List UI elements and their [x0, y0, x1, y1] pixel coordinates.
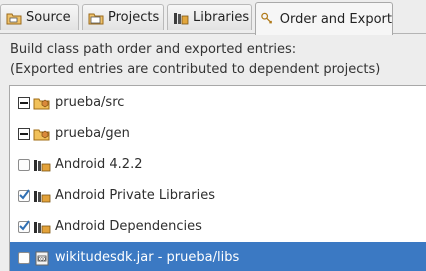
source-folder-icon: [6, 13, 22, 24]
tab-libraries-label: Libraries: [193, 10, 250, 25]
export-checkbox[interactable]: [18, 158, 30, 171]
list-item[interactable]: prueba/gen: [10, 118, 426, 149]
order-export-icon: [261, 12, 272, 24]
description-line-2: (Exported entries are contributed to dep…: [10, 62, 381, 77]
tab-projects-label: Projects: [108, 10, 160, 25]
tab-projects[interactable]: Projects: [82, 4, 164, 30]
tab-source[interactable]: Source: [0, 4, 79, 30]
library-icon: [34, 159, 51, 171]
entry-label: prueba/src: [55, 95, 125, 110]
library-icon: [34, 190, 51, 202]
export-checkbox[interactable]: [18, 219, 30, 233]
list-item[interactable]: prueba/src: [10, 87, 426, 118]
libraries-icon: [174, 12, 189, 24]
list-item[interactable]: Android 4.2.2: [10, 149, 426, 180]
entry-label: wikitudesdk.jar - prueba/libs: [55, 250, 240, 265]
checkmark-icon: [19, 219, 30, 231]
list-item[interactable]: Android Private Libraries: [10, 180, 426, 211]
list-item[interactable]: Android Dependencies: [10, 211, 426, 242]
svg-text:010: 010: [38, 256, 46, 261]
tab-order-and-export-label: Order and Export: [279, 11, 392, 27]
tab-libraries[interactable]: Libraries: [167, 4, 252, 30]
checkmark-icon: [19, 188, 30, 200]
tab-order-and-export[interactable]: Order and Export: [255, 2, 393, 35]
entry-label: prueba/gen: [55, 126, 130, 141]
classpath-entry-list[interactable]: prueba/src prueba/gen Android 4.2.2 Andr…: [9, 85, 426, 271]
description-line-1: Build class path order and exported entr…: [10, 42, 297, 57]
entry-label: Android Dependencies: [55, 219, 202, 234]
description: Build class path order and exported entr…: [10, 40, 380, 80]
entry-label: Android 4.2.2: [55, 157, 143, 172]
tab-bar: Source Projects Libraries Order and Expo…: [0, 0, 426, 35]
export-checkbox[interactable]: [18, 188, 30, 202]
tab-source-label: Source: [26, 10, 71, 25]
list-item[interactable]: 010 wikitudesdk.jar - prueba/libs: [10, 242, 426, 271]
projects-icon: [88, 13, 104, 24]
export-checkbox[interactable]: [18, 251, 30, 264]
package-folder-icon: [33, 129, 50, 140]
jar-icon: 010: [35, 251, 49, 265]
export-checkbox[interactable]: [18, 127, 30, 140]
export-checkbox[interactable]: [18, 96, 30, 109]
library-icon: [34, 221, 51, 233]
package-folder-icon: [33, 98, 50, 109]
entry-label: Android Private Libraries: [55, 188, 215, 203]
